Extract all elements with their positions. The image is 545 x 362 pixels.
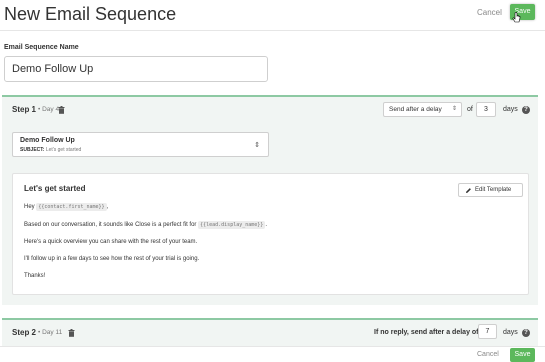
header: New Email Sequence Cancel Save: [0, 0, 545, 31]
email-preview-card: Let's get started Edit Template Hey {{co…: [12, 173, 529, 295]
footer-cancel-button[interactable]: Cancel: [477, 351, 499, 358]
hand-cursor-icon: [512, 12, 521, 23]
template-subject: SUBJECT: Let's get started: [20, 147, 81, 153]
pencil-icon: [466, 188, 471, 193]
help-icon[interactable]: ?: [522, 106, 530, 114]
template-subject-value: Let's get started: [45, 147, 82, 153]
step-1-day: • Day 4: [38, 106, 60, 113]
help-icon[interactable]: ?: [522, 329, 530, 337]
cancel-button[interactable]: Cancel: [477, 8, 502, 17]
template-name: Demo Follow Up: [20, 137, 75, 144]
trash-icon[interactable]: [68, 329, 75, 337]
email-line-2: Based on our conversation, it sounds lik…: [24, 221, 267, 229]
step-2-delay-label: If no reply, send after a delay of: [374, 329, 479, 336]
days-label: days: [503, 106, 518, 113]
edit-template-button[interactable]: Edit Template: [458, 183, 523, 197]
email-line-4: I'll follow up in a few days to see how …: [24, 256, 200, 262]
delay-type-value: Send after a delay: [389, 106, 442, 113]
comma-text: ,: [106, 204, 109, 210]
delay-type-select[interactable]: Send after a delay ⇕: [383, 102, 462, 117]
email-line-3: Here's a quick overview you can share wi…: [24, 239, 198, 245]
step-2-day: • Day 11: [38, 329, 63, 336]
email-subject: Let's get started: [24, 184, 86, 193]
step-2-panel: Step 2 • Day 11 If no reply, send after …: [2, 318, 538, 348]
step-1-panel: Step 1 • Day 4 Send after a delay ⇕ of 3…: [2, 95, 538, 305]
line-2-text: Based on our conversation, it sounds lik…: [24, 222, 197, 228]
step-2-days-input[interactable]: 7: [478, 324, 497, 339]
chevron-updown-icon: ⇕: [451, 106, 457, 112]
step-2-title: Step 2: [12, 328, 37, 337]
of-label: of: [467, 106, 473, 113]
footer-save-button[interactable]: Save: [510, 348, 535, 362]
sequence-name-input[interactable]: Demo Follow Up: [4, 56, 268, 82]
email-line-5: Thanks!: [24, 273, 46, 279]
template-variable: {{lead.display_name}}: [198, 221, 266, 229]
template-variable: {{contact.first_name}}: [36, 203, 107, 211]
period-text: .: [265, 222, 267, 228]
page-title: New Email Sequence: [4, 4, 177, 24]
template-subject-label: SUBJECT:: [20, 147, 45, 153]
sequence-name-label: Email Sequence Name: [4, 44, 79, 51]
edit-template-label: Edit Template: [475, 187, 512, 193]
footer: Cancel Save: [0, 346, 545, 362]
greeting-text: Hey: [24, 204, 35, 210]
email-line-greeting: Hey {{contact.first_name}},: [24, 203, 109, 211]
step-2-days-label: days: [503, 329, 518, 336]
chevron-updown-icon: ⇕: [254, 142, 260, 149]
step-1-title: Step 1: [12, 105, 37, 114]
trash-icon[interactable]: [58, 106, 65, 114]
template-select[interactable]: Demo Follow Up SUBJECT: Let's get starte…: [12, 132, 269, 157]
days-input[interactable]: 3: [476, 102, 496, 117]
